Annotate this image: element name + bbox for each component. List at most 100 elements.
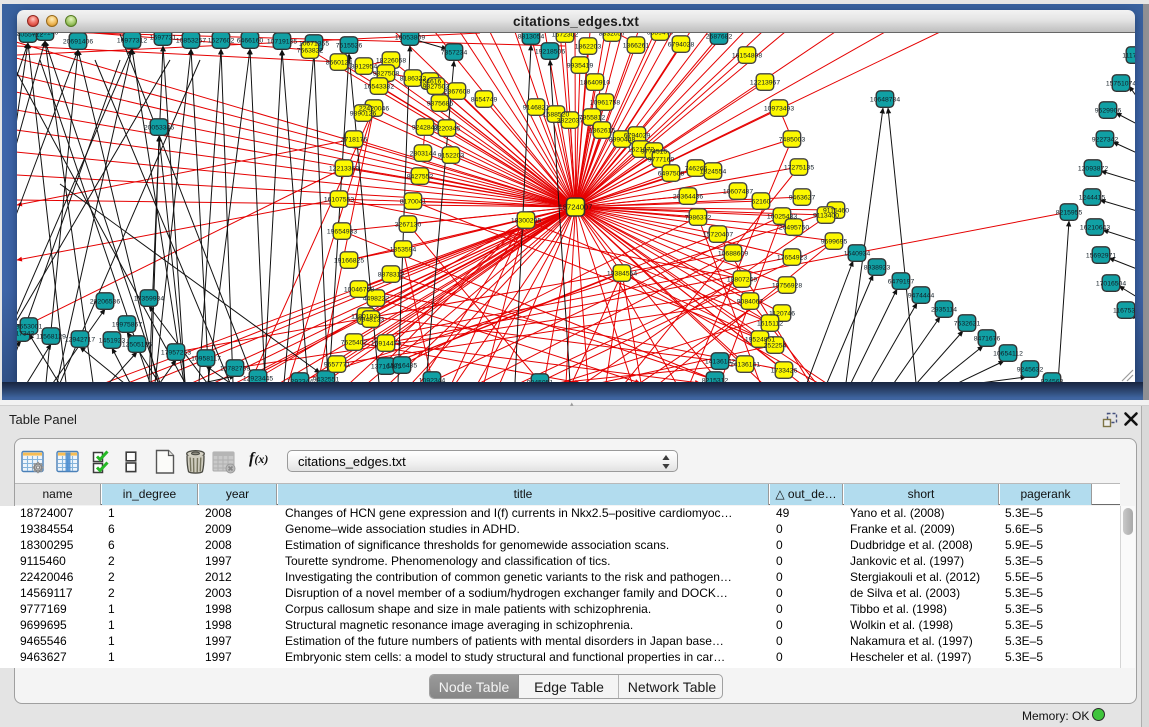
svg-text:1366261: 1366261 [623,42,650,49]
svg-text:15751074: 15751074 [1106,80,1135,87]
svg-text:1353594: 1353594 [390,246,417,253]
svg-text:8938923: 8938923 [864,264,891,271]
svg-text:9245632: 9245632 [1017,366,1044,373]
svg-text:8813054: 8813054 [518,33,545,40]
svg-text:7357234: 7357234 [441,49,468,56]
svg-text:8660124: 8660124 [326,59,353,66]
svg-text:1362615: 1362615 [589,127,616,134]
svg-text:19218506: 19218506 [535,48,565,55]
svg-text:8832057: 8832057 [599,33,626,37]
svg-text:6794029: 6794029 [624,132,651,139]
svg-text:9375685: 9375685 [427,100,454,107]
svg-text:1244415: 1244415 [1079,194,1106,201]
svg-text:15692971: 15692971 [1086,252,1116,259]
svg-text:10025433: 10025433 [767,213,797,220]
svg-text:17957253: 17957253 [161,349,191,356]
svg-text:19975867: 19975867 [112,321,142,328]
svg-text:16914479: 16914479 [371,340,401,347]
svg-text:19166825: 19166825 [334,257,364,264]
svg-text:6466160: 6466160 [237,37,264,44]
svg-text:1527602: 1527602 [208,37,235,44]
svg-text:9474444: 9474444 [908,292,935,299]
svg-text:10973493: 10973493 [764,105,794,112]
svg-text:1167531: 1167531 [1113,307,1135,314]
svg-text:18640910: 18640910 [580,79,610,86]
svg-text:7663822: 7663822 [297,47,324,54]
svg-text:16154808: 16154808 [732,52,762,59]
svg-text:8653001: 8653001 [17,323,42,330]
svg-text:8471676: 8471676 [974,335,1001,342]
svg-text:9529906: 9529906 [1095,107,1122,114]
svg-text:1733426: 1733426 [771,367,798,374]
svg-text:2935114: 2935114 [931,306,957,313]
svg-text:9777169: 9777169 [648,156,675,163]
svg-text:8454749: 8454749 [471,96,498,103]
svg-text:12093872: 12093872 [1078,165,1108,172]
svg-text:10782759: 10782759 [220,365,250,372]
svg-text:10046768: 10046768 [344,286,374,293]
svg-text:3267130: 3267130 [395,221,422,228]
svg-text:20053346: 20053346 [144,124,174,131]
svg-text:7955812: 7955812 [579,114,606,121]
svg-text:18807249: 18807249 [727,276,757,283]
svg-text:6689470: 6689470 [647,33,674,36]
svg-text:2069140: 2069140 [32,33,59,36]
svg-text:12505135: 12505135 [122,341,152,348]
svg-text:20364436: 20364436 [673,193,703,200]
svg-text:9327508: 9327508 [373,70,400,77]
svg-text:12923445: 12923445 [243,375,273,382]
svg-text:12213369: 12213369 [329,165,359,172]
svg-text:6497508: 6497508 [658,170,685,177]
svg-text:1697731: 1697731 [150,34,177,41]
svg-text:8912954: 8912954 [351,63,378,70]
svg-text:8878312: 8878312 [378,271,405,278]
svg-text:9699695: 9699695 [821,238,848,245]
svg-text:1615112: 1615112 [757,320,783,327]
svg-text:2803144: 2803144 [410,150,437,157]
svg-text:17275135: 17275135 [784,164,814,171]
svg-text:17359934: 17359934 [134,295,164,302]
svg-text:6794028: 6794028 [668,41,695,48]
svg-text:9227342: 9227342 [1092,136,1119,143]
svg-text:9917342: 9917342 [17,330,34,337]
svg-text:16107553: 16107553 [324,196,354,203]
svg-text:9774515: 9774515 [641,148,668,155]
svg-text:10961758: 10961758 [590,99,620,106]
svg-text:1640934: 1640934 [844,250,871,257]
svg-text:2718176: 2718176 [341,136,368,143]
svg-text:20691406: 20691406 [63,38,93,45]
svg-text:10654112: 10654112 [993,350,1023,357]
svg-text:12942717: 12942717 [65,336,95,343]
svg-text:7986372: 7986372 [685,214,712,221]
svg-text:7515526: 7515526 [336,42,363,49]
svg-text:15716485: 15716485 [387,362,417,369]
svg-text:2367608: 2367608 [444,88,471,95]
svg-text:16053809: 16053809 [395,34,425,41]
svg-text:4498222: 4498222 [363,295,390,302]
svg-text:9890126: 9890126 [350,110,377,117]
svg-text:7632621: 7632621 [954,320,981,327]
svg-text:16543382: 16543382 [364,83,394,90]
svg-text:6479197: 6479197 [888,278,915,285]
svg-text:9657771: 9657771 [324,361,351,368]
svg-text:14136141: 14136141 [730,361,760,368]
svg-text:9948133: 9948133 [358,316,385,323]
svg-text:19756928: 19756928 [772,282,802,289]
svg-text:252254: 252254 [764,342,787,349]
svg-text:16977312: 16977312 [117,37,147,44]
svg-text:10607487: 10607487 [723,188,753,195]
svg-text:9463627: 9463627 [789,194,816,201]
svg-text:9935419: 9935419 [567,62,594,69]
svg-text:8170041: 8170041 [400,198,427,205]
svg-text:9242843: 9242843 [412,124,439,131]
svg-text:7485003: 7485003 [779,136,806,143]
svg-text:10688609: 10688609 [718,250,748,257]
svg-text:10958117: 10958117 [191,355,221,362]
svg-text:11568129: 11568129 [36,333,66,340]
svg-text:7625402: 7625402 [341,339,368,346]
svg-text:1572302: 1572302 [552,33,579,38]
svg-text:10853257: 10853257 [176,37,206,44]
svg-text:18300295: 18300295 [511,217,541,224]
svg-text:9146821: 9146821 [523,104,550,111]
svg-text:62160: 62160 [752,198,771,205]
